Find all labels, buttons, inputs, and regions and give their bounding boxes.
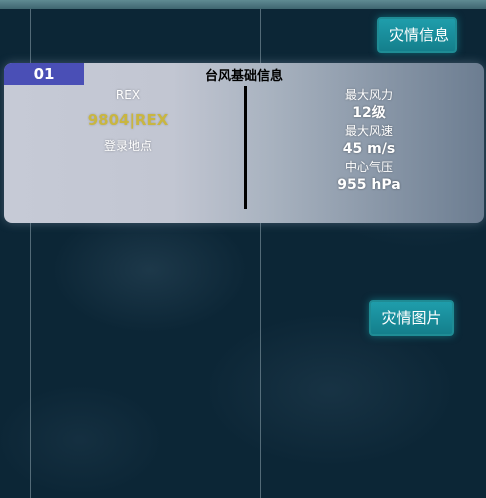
top-bar <box>0 0 486 9</box>
typhoon-name: REX <box>115 88 141 102</box>
typhoon-code: 9804|REX <box>87 111 169 129</box>
card-title: 台风基础信息 <box>204 69 283 84</box>
typhoon-identity: REX 9804|REX 登录地点 <box>28 87 228 154</box>
max-wind-speed-label: 最大风速 <box>344 124 393 138</box>
max-wind-force-label: 最大风力 <box>344 88 393 102</box>
max-wind-force-value: 12级 <box>352 105 386 121</box>
typhoon-stats: 最大风力 12级 最大风速 45 m/s 中心气压 955 hPa <box>269 87 469 195</box>
disaster-info-button[interactable]: 灾情信息 <box>377 17 457 53</box>
typhoon-info-card: 01 台风基础信息 REX 9804|REX 登录地点 最大风力 12级 最大风… <box>4 63 484 223</box>
center-pressure-label: 中心气压 <box>344 160 393 174</box>
center-pressure-value: 955 hPa <box>337 177 401 193</box>
disaster-pictures-button[interactable]: 灾情图片 <box>369 300 454 336</box>
landfall-location-label: 登录地点 <box>103 139 152 153</box>
max-wind-speed-value: 45 m/s <box>342 141 396 157</box>
card-divider <box>244 86 247 209</box>
